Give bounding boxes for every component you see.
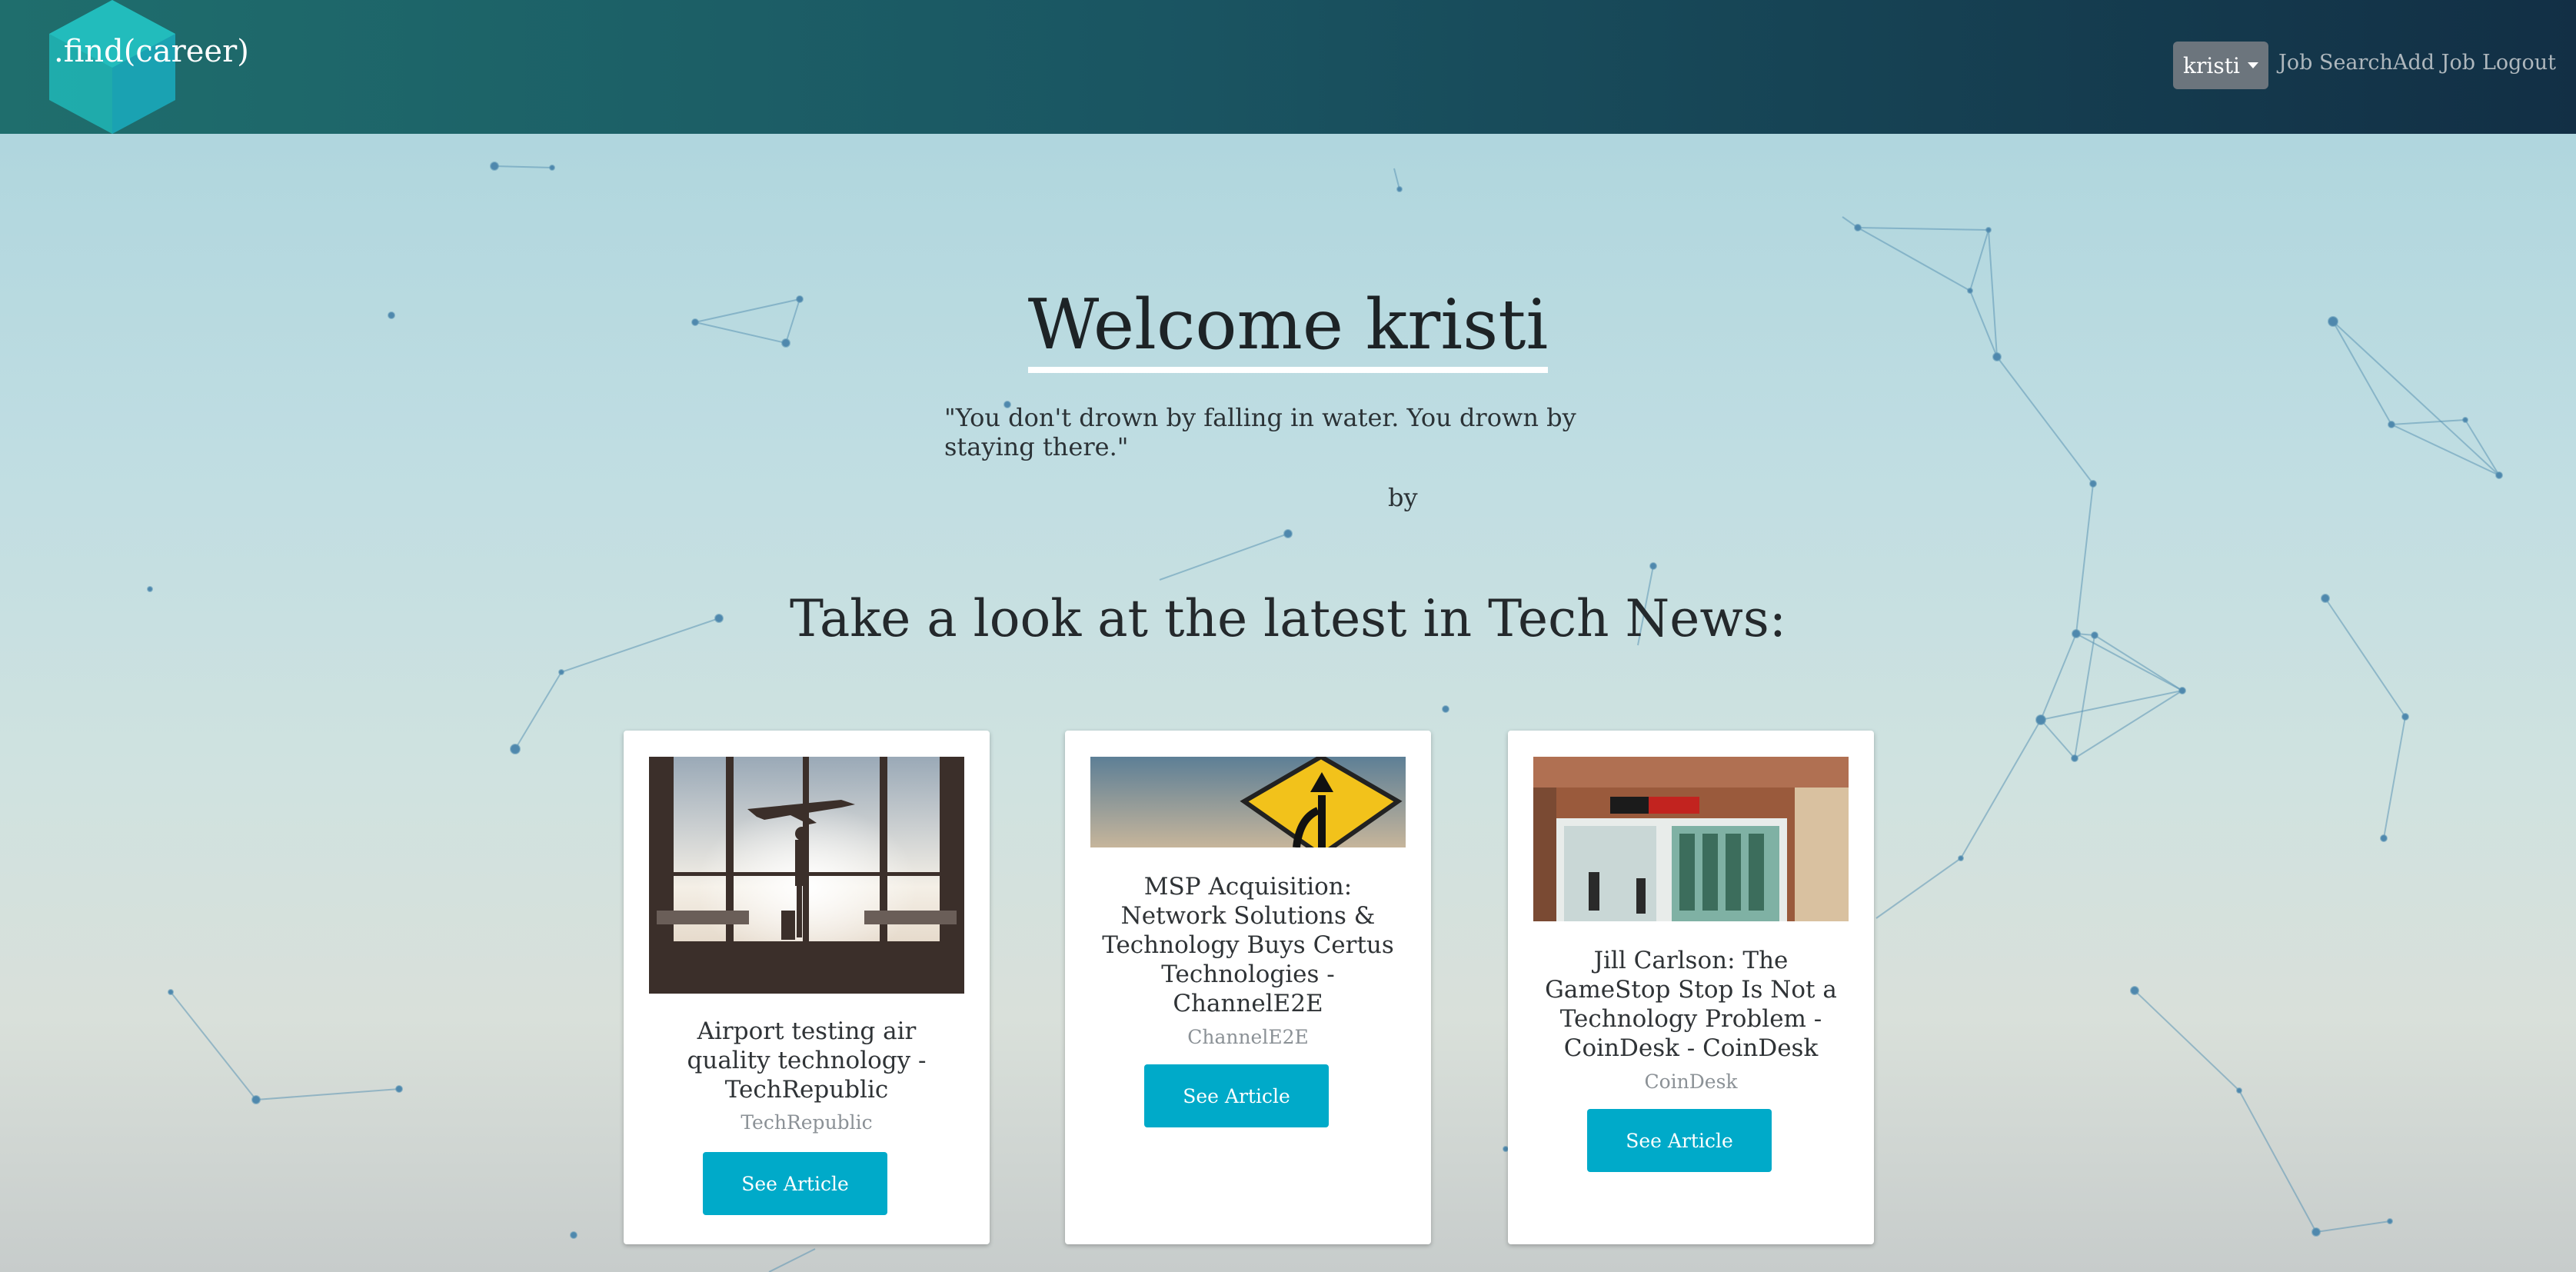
- see-article-button[interactable]: See Article: [1144, 1064, 1329, 1127]
- airport-silhouette-image[interactable]: [649, 757, 964, 994]
- article-title: MSP Acquisition: Network Solutions & Tec…: [1102, 873, 1394, 1017]
- nav-link-add-job[interactable]: Add Job: [2393, 51, 2475, 75]
- news-card: Jill Carlson: The GameStop Stop Is Not a…: [1508, 731, 1874, 1244]
- gamestop-storefront-image[interactable]: [1533, 757, 1849, 921]
- article-title: Jill Carlson: The GameStop Stop Is Not a…: [1545, 947, 1837, 1062]
- news-card: MSP Acquisition: Network Solutions & Tec…: [1065, 731, 1431, 1244]
- article-source: ChannelE2E: [1187, 1026, 1309, 1048]
- article-title: Airport testing air quality technology -…: [687, 1017, 927, 1104]
- welcome-heading: Welcome kristi: [0, 285, 2576, 373]
- tech-news-heading: Take a look at the latest in Tech News:: [790, 589, 1786, 648]
- see-article-button[interactable]: See Article: [703, 1152, 887, 1215]
- nav-link-logout[interactable]: Logout: [2482, 51, 2556, 75]
- user-dropdown-button[interactable]: kristi: [2173, 42, 2268, 89]
- news-card: Airport testing air quality technology -…: [624, 731, 990, 1244]
- nav-link-job-search[interactable]: Job Search: [2278, 51, 2393, 75]
- caret-down-icon: [2247, 62, 2258, 68]
- top-navbar: .find(career) kristi Job Search Add Job …: [0, 0, 2576, 134]
- user-dropdown-label: kristi: [2183, 52, 2240, 78]
- quote-author: by: [1388, 483, 1418, 512]
- article-source: CoinDesk: [1644, 1071, 1738, 1093]
- see-article-button[interactable]: See Article: [1587, 1109, 1772, 1172]
- brand-logo-text[interactable]: .find(career): [54, 34, 249, 69]
- article-source: TechRepublic: [741, 1111, 873, 1134]
- merge-road-sign-image[interactable]: [1090, 757, 1406, 847]
- welcome-heading-text: Welcome kristi: [1027, 285, 1549, 373]
- quote-text: "You don't drown by falling in water. Yo…: [944, 403, 1576, 461]
